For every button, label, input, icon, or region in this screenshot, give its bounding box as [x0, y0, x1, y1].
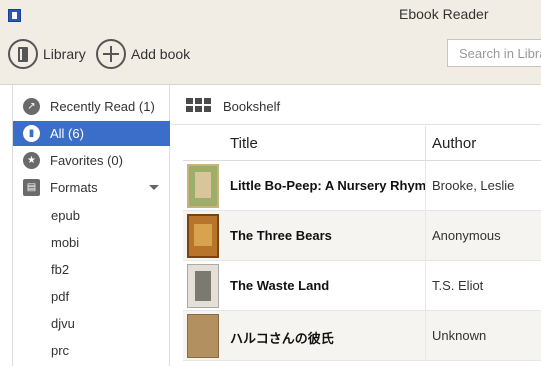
bookshelf-button[interactable]: Bookshelf — [223, 99, 280, 114]
main-panel: ↗ Recently Read (1) ▮ All (6) ★ Favorite… — [0, 84, 541, 366]
app-icon — [8, 9, 21, 22]
book-title: The Waste Land — [230, 278, 330, 293]
sidebar-item-formats[interactable]: ▤ Formats — [13, 175, 170, 200]
chevron-down-icon[interactable] — [149, 185, 159, 190]
book-title: The Three Bears — [230, 228, 332, 243]
clock-icon: ↗ — [23, 98, 40, 115]
toolbar: Library Add book Search in Library — [0, 30, 541, 84]
book-cover — [187, 214, 219, 258]
library-button[interactable]: Library — [8, 39, 86, 69]
book-author: T.S. Eliot — [432, 278, 484, 293]
library-icon — [8, 39, 38, 69]
format-fb2[interactable]: fb2 — [51, 262, 69, 277]
book-icon: ▮ — [23, 125, 40, 142]
sidebar-item-label: Formats — [50, 180, 98, 195]
table-row[interactable]: The Three Bears Anonymous — [183, 211, 541, 261]
book-list-area: Bookshelf Title Author Little Bo-Peep: A… — [171, 85, 541, 366]
sidebar-item-label: Recently Read (1) — [50, 99, 155, 114]
book-title: Little Bo-Peep: A Nursery Rhyme Picture … — [230, 178, 425, 193]
book-title: ハルコさんの彼氏 — [230, 331, 334, 346]
sidebar-item-label: All (6) — [50, 126, 84, 141]
add-book-label: Add book — [131, 46, 191, 62]
format-prc[interactable]: prc — [51, 343, 69, 358]
sidebar-item-label: Favorites (0) — [50, 153, 123, 168]
column-header-title[interactable]: Title — [230, 135, 258, 152]
book-author: Unknown — [432, 328, 487, 343]
table-header: Title Author — [183, 126, 541, 161]
library-label: Library — [43, 46, 86, 62]
sidebar: ↗ Recently Read (1) ▮ All (6) ★ Favorite… — [12, 85, 170, 366]
book-cover — [187, 164, 219, 208]
format-pdf[interactable]: pdf — [51, 289, 69, 304]
book-author: Anonymous — [432, 228, 501, 243]
view-bar: Bookshelf — [171, 85, 541, 125]
book-cover — [187, 314, 219, 358]
format-djvu[interactable]: djvu — [51, 316, 75, 331]
add-book-button[interactable]: Add book — [96, 39, 190, 69]
table-row[interactable]: ハルコさんの彼氏 Unknown — [183, 311, 541, 361]
table-row[interactable]: Little Bo-Peep: A Nursery Rhyme Picture … — [183, 161, 541, 211]
format-mobi[interactable]: mobi — [51, 235, 79, 250]
book-cover — [187, 264, 219, 308]
book-author: Brooke, Leslie — [432, 178, 515, 193]
grid-icon[interactable] — [186, 98, 212, 112]
search-input[interactable]: Search in Library — [447, 39, 541, 67]
star-icon: ★ — [23, 152, 40, 169]
table-row[interactable]: The Waste Land T.S. Eliot — [183, 261, 541, 311]
sidebar-item-recently-read[interactable]: ↗ Recently Read (1) — [13, 94, 170, 119]
sidebar-item-all[interactable]: ▮ All (6) — [13, 121, 170, 146]
column-header-author[interactable]: Author — [432, 135, 476, 152]
formats-icon: ▤ — [23, 179, 40, 196]
format-epub[interactable]: epub — [51, 208, 80, 223]
window-title: Ebook Reader — [399, 6, 489, 22]
sidebar-item-favorites[interactable]: ★ Favorites (0) — [13, 148, 170, 173]
title-bar: Ebook Reader — [0, 0, 541, 30]
plus-icon — [96, 39, 126, 69]
